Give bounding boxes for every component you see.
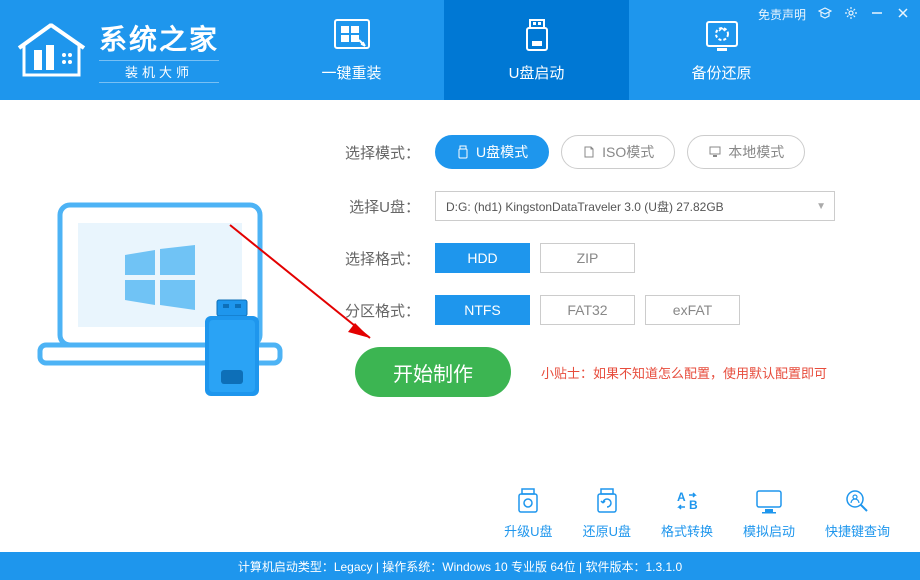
status-bar: 计算机启动类型：Legacy | 操作系统：Windows 10 专业版 64位… xyxy=(0,552,920,580)
mode-row: 选择模式： U盘模式 ISO模式 本地模式 xyxy=(340,135,890,169)
usb-restore-icon xyxy=(591,487,623,515)
svg-text:B: B xyxy=(689,498,698,512)
status-text: 计算机启动类型：Legacy | 操作系统：Windows 10 专业版 64位… xyxy=(238,558,682,575)
disclaimer-link[interactable]: 免责声明 xyxy=(758,6,806,23)
backup-restore-icon xyxy=(701,18,743,54)
tool-label: 格式转换 xyxy=(661,521,713,540)
tool-format-convert[interactable]: AB 格式转换 xyxy=(661,487,713,540)
mode-local[interactable]: 本地模式 xyxy=(687,135,805,169)
svg-text:A: A xyxy=(677,490,686,504)
tab-label: U盘启动 xyxy=(509,62,565,83)
tool-label: 模拟启动 xyxy=(743,521,795,540)
format-hdd[interactable]: HDD xyxy=(435,243,530,273)
tip-text: 小贴士：如果不知道怎么配置，使用默认配置即可 xyxy=(541,363,827,382)
laptop-usb-illustration xyxy=(30,195,300,415)
mode-label-text: U盘模式 xyxy=(476,142,528,162)
form-area: 选择模式： U盘模式 ISO模式 本地模式 选择U盘： D:G: (hd1) K… xyxy=(340,135,890,420)
tool-label: 升级U盘 xyxy=(504,521,552,540)
settings-icon[interactable] xyxy=(844,6,858,23)
main-content: 选择模式： U盘模式 ISO模式 本地模式 选择U盘： D:G: (hd1) K… xyxy=(0,100,920,420)
start-row: 开始制作 小贴士：如果不知道怎么配置，使用默认配置即可 xyxy=(355,347,890,397)
hotkey-icon xyxy=(841,487,873,515)
minimize-button[interactable] xyxy=(870,6,884,23)
monitor-icon xyxy=(708,145,722,159)
main-tabs: 一键重装 U盘启动 备份还原 xyxy=(259,0,814,100)
close-button[interactable] xyxy=(896,6,910,23)
window-controls: 免责声明 xyxy=(758,6,910,23)
tool-restore-usb[interactable]: 还原U盘 xyxy=(583,487,631,540)
tool-hotkey-query[interactable]: 快捷键查询 xyxy=(825,487,890,540)
logo-area: 系统之家 装机大师 xyxy=(0,18,219,83)
start-button[interactable]: 开始制作 xyxy=(355,347,511,397)
app-title: 系统之家 xyxy=(99,18,219,58)
mode-iso[interactable]: ISO模式 xyxy=(561,135,675,169)
mode-usb[interactable]: U盘模式 xyxy=(435,135,549,169)
app-subtitle: 装机大师 xyxy=(99,60,219,83)
format-zip[interactable]: ZIP xyxy=(540,243,635,273)
header: 系统之家 装机大师 一键重装 U盘启动 备份还原 免责声明 xyxy=(0,0,920,100)
partition-label: 分区格式： xyxy=(340,300,420,321)
tool-simulate-boot[interactable]: 模拟启动 xyxy=(743,487,795,540)
tool-upgrade-usb[interactable]: 升级U盘 xyxy=(504,487,552,540)
tool-label: 还原U盘 xyxy=(583,521,631,540)
usb-select-row: 选择U盘： D:G: (hd1) KingstonDataTraveler 3.… xyxy=(340,191,890,221)
usb-selected-value: D:G: (hd1) KingstonDataTraveler 3.0 (U盘)… xyxy=(446,198,724,215)
usb-upgrade-icon xyxy=(512,487,544,515)
tool-label: 快捷键查询 xyxy=(825,521,890,540)
format-convert-icon: AB xyxy=(671,487,703,515)
tab-usb-boot[interactable]: U盘启动 xyxy=(444,0,629,100)
monitor-icon xyxy=(753,487,785,515)
partition-fat32[interactable]: FAT32 xyxy=(540,295,635,325)
tab-label: 一键重装 xyxy=(322,62,382,83)
partition-ntfs[interactable]: NTFS xyxy=(435,295,530,325)
graduation-icon[interactable] xyxy=(818,6,832,23)
bottom-tools: 升级U盘 还原U盘 AB 格式转换 模拟启动 快捷键查询 xyxy=(504,487,890,540)
usb-label: 选择U盘： xyxy=(340,196,420,217)
mode-label-text: ISO模式 xyxy=(602,142,654,162)
partition-exfat[interactable]: exFAT xyxy=(645,295,740,325)
partition-row: 分区格式： NTFS FAT32 exFAT xyxy=(340,295,890,325)
usb-boot-icon xyxy=(516,18,558,54)
logo-icon xyxy=(14,20,89,80)
tab-reinstall[interactable]: 一键重装 xyxy=(259,0,444,100)
chevron-down-icon: ▼ xyxy=(816,201,826,212)
format-row: 选择格式： HDD ZIP xyxy=(340,243,890,273)
mode-label-text: 本地模式 xyxy=(728,142,784,162)
illustration xyxy=(30,135,310,420)
usb-select[interactable]: D:G: (hd1) KingstonDataTraveler 3.0 (U盘)… xyxy=(435,191,835,221)
windows-reinstall-icon xyxy=(331,18,373,54)
iso-icon xyxy=(582,145,596,159)
tab-label: 备份还原 xyxy=(692,62,752,83)
usb-icon xyxy=(456,145,470,159)
mode-label: 选择模式： xyxy=(340,142,420,163)
format-label: 选择格式： xyxy=(340,248,420,269)
